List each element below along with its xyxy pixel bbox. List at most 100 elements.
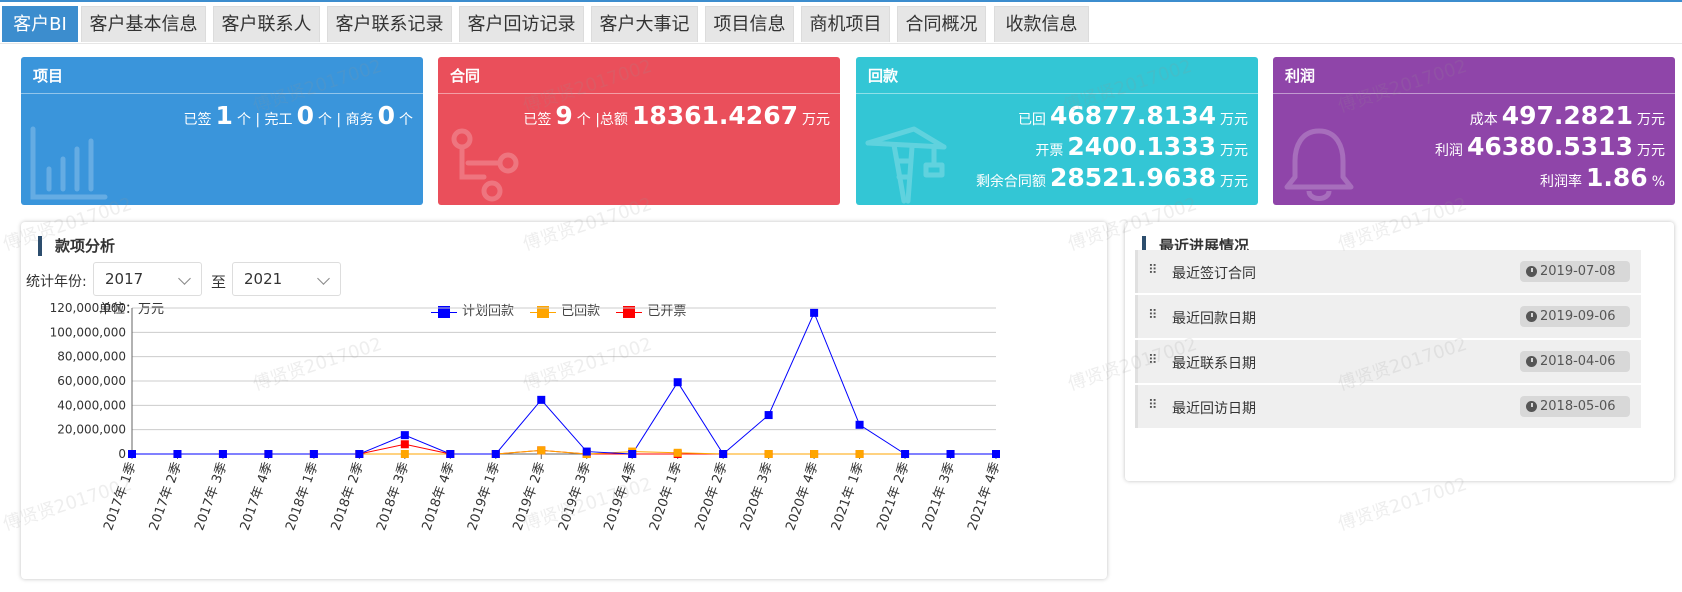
x-tick-label: 2020年 4季: [783, 460, 822, 532]
data-point: [855, 420, 864, 429]
project-stats-row: 已签 1 个 | 完工 0 个 | 商务 0 个: [184, 101, 413, 130]
x-tick-label: 2017年 1季: [101, 460, 140, 532]
data-point: [946, 450, 955, 458]
payment-card: 回款 已回 46877.8134 万元 开票 2400.1333 万元 剩余合同额 285…: [856, 57, 1258, 205]
card-divider: [21, 93, 423, 94]
x-tick-label: 2018年 2季: [329, 460, 368, 532]
tab-opportunity-projects[interactable]: 商机项目: [801, 6, 890, 42]
clock-icon: [1526, 356, 1537, 367]
recent-item-label: 最近回款日期: [1172, 311, 1256, 327]
bar-chart-icon: [30, 126, 108, 200]
unit-text: 万元: [1637, 112, 1665, 128]
invoiced-row: 开票 2400.1333 万元: [1035, 132, 1248, 161]
x-tick-label: 2021年 2季: [874, 460, 913, 532]
profit-row: 利润 46380.5313 万元: [1435, 132, 1665, 161]
done-value: 0: [296, 101, 314, 130]
unit-text: 个 | 完工: [236, 112, 293, 128]
data-point: [400, 450, 409, 458]
date-text: 2018-04-06: [1540, 354, 1616, 369]
x-tick-label: 2017年 3季: [192, 460, 231, 532]
data-point: [537, 446, 546, 455]
remaining-row: 剩余合同额 28521.9638 万元: [976, 163, 1248, 192]
tab-contact-records[interactable]: 客户联系记录: [327, 6, 452, 42]
clock-icon: [1526, 266, 1537, 277]
x-tick-label: 2017年 4季: [238, 460, 277, 532]
data-point: [764, 411, 773, 420]
recent-item-payment[interactable]: ⠿ 最近回款日期 2019-09-06: [1135, 295, 1641, 338]
x-tick-label: 2021年 3季: [920, 460, 959, 532]
data-point: [901, 450, 910, 458]
remaining-label: 剩余合同额: [975, 174, 1046, 190]
sitemap-icon: [451, 128, 519, 202]
date-badge: 2019-07-08: [1520, 261, 1630, 282]
x-tick-label: 2018年 3季: [374, 460, 413, 532]
unit-text: 个: [399, 112, 413, 128]
drag-handle-icon[interactable]: ⠿: [1148, 354, 1158, 367]
signed-label: 已签: [523, 112, 552, 128]
data-point: [628, 450, 637, 458]
signed-value: 9: [555, 101, 573, 130]
drag-handle-icon[interactable]: ⠿: [1148, 309, 1158, 322]
x-tick-label: 2021年 4季: [965, 460, 1004, 532]
tab-payment-info[interactable]: 收款信息: [994, 6, 1089, 42]
y-tick-label: 60,000,000: [57, 374, 126, 388]
data-point: [810, 450, 819, 458]
tab-visit-records[interactable]: 客户回访记录: [459, 6, 584, 42]
profit-card: 利润 成本 497.2821 万元 利润 46380.5313 万元 利润率 1.86%: [1273, 57, 1675, 205]
x-tick-label: 2020年 3季: [738, 460, 777, 532]
recent-item-label: 最近回访日期: [1172, 401, 1256, 417]
received-row: 已回 46877.8134 万元: [1018, 101, 1248, 130]
drag-handle-icon[interactable]: ⠿: [1148, 264, 1158, 277]
recent-item-visit[interactable]: ⠿ 最近回访日期 2018-05-06: [1135, 385, 1641, 428]
profit-label: 利润: [1434, 143, 1463, 159]
x-tick-label: 2018年 4季: [420, 460, 459, 532]
tab-customer-contacts[interactable]: 客户联系人: [213, 6, 320, 42]
rate-row: 利润率 1.86%: [1540, 163, 1665, 192]
biz-value: 0: [377, 101, 395, 130]
card-divider: [438, 93, 840, 94]
x-tick-label: 2019年 3季: [556, 460, 595, 532]
invoiced-label: 开票: [1035, 143, 1064, 159]
crane-icon: [865, 126, 947, 204]
payment-line-chart: 0 20,000,000 40,000,000 60,000,000 80,000,00…: [50, 301, 1004, 533]
page-root: 客户BI 客户基本信息 客户联系人 客户联系记录 客户回访记录 客户大事记 项目…: [0, 0, 1682, 592]
card-title: 项目: [33, 67, 64, 85]
tab-customer-basic-info[interactable]: 客户基本信息: [81, 6, 206, 42]
x-tick-label: 2020年 1季: [647, 460, 686, 532]
y-tick-label: 120,000,000: [50, 301, 126, 315]
tab-customer-events[interactable]: 客户大事记: [591, 6, 698, 42]
cost-value: 497.2821: [1501, 101, 1633, 130]
received-label: 已回: [1017, 112, 1046, 128]
tab-bar: 客户BI 客户基本信息 客户联系人 客户联系记录 客户回访记录 客户大事记 项目…: [0, 0, 1682, 44]
unit-text: %: [1651, 174, 1665, 190]
card-title: 回款: [868, 67, 899, 85]
card-divider: [1273, 93, 1675, 94]
y-tick-label: 80,000,000: [57, 350, 126, 364]
unit-text: 万元: [1220, 112, 1248, 128]
date-text: 2019-09-06: [1540, 309, 1616, 324]
y-tick-label: 0: [118, 447, 126, 461]
data-point: [491, 450, 500, 458]
y-tick-label: 40,000,000: [57, 398, 126, 412]
tab-project-info[interactable]: 项目信息: [705, 6, 794, 42]
rate-label: 利润率: [1540, 174, 1582, 190]
x-tick-label: 2019年 4季: [601, 460, 640, 532]
recent-item-contract[interactable]: ⠿ 最近签订合同 2019-07-08: [1135, 250, 1641, 293]
card-title: 合同: [450, 67, 481, 85]
date-badge: 2018-05-06: [1520, 396, 1630, 417]
tab-customer-bi[interactable]: 客户BI: [2, 6, 78, 42]
signed-value: 1: [215, 101, 233, 130]
x-tick-label: 2017年 2季: [147, 460, 186, 532]
data-point: [810, 308, 819, 317]
tab-contract-overview[interactable]: 合同概况: [897, 6, 986, 42]
recent-item-label: 最近联系日期: [1172, 356, 1256, 372]
series-line: [132, 311, 996, 455]
data-point: [719, 450, 728, 458]
recent-progress-panel: 最近进展情况 ⠿ 最近签订合同 2019-07-08 ⠿ 最近回款日期 2019…: [1125, 222, 1674, 481]
data-point: [673, 378, 682, 387]
recent-item-contact[interactable]: ⠿ 最近联系日期 2018-04-06: [1135, 340, 1641, 383]
unit-text: 个 |总额: [576, 112, 628, 128]
drag-handle-icon[interactable]: ⠿: [1148, 399, 1158, 412]
remaining-value: 28521.9638: [1049, 163, 1216, 192]
project-card: 项目 已签 1 个 | 完工 0 个 | 商务 0 个: [21, 57, 423, 205]
